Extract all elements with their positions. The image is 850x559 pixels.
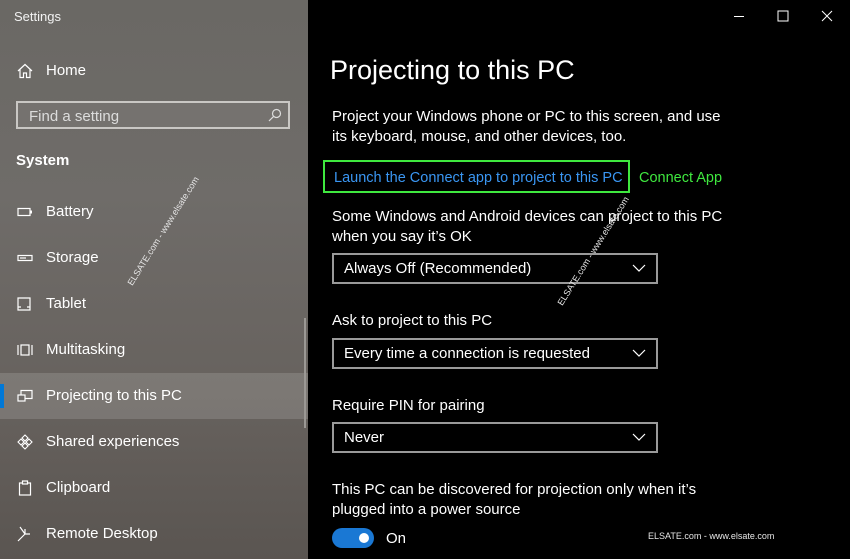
maximize-icon	[777, 10, 789, 22]
sidebar-item-remote-desktop[interactable]: Remote Desktop	[0, 511, 308, 557]
multitasking-icon	[17, 344, 33, 356]
watermark: ELSATE.com - www.elsate.com	[648, 531, 775, 541]
sidebar-home[interactable]: Home	[0, 54, 308, 88]
chevron-down-icon	[632, 433, 646, 441]
projecting-icon	[17, 389, 33, 402]
search-box[interactable]	[16, 101, 290, 129]
allow-projection-label: Some Windows and Android devices can pro…	[332, 208, 723, 245]
connect-app-annotation: Connect App	[639, 170, 723, 186]
ask-to-project-value: Every time a connection is requested	[344, 345, 590, 362]
allow-projection-value: Always Off (Recommended)	[344, 260, 532, 277]
main-panel: Projecting to this PC Project your Windo…	[308, 0, 850, 559]
clipboard-icon	[18, 480, 32, 496]
minimize-icon	[734, 16, 744, 17]
launch-connect-app-link[interactable]: Launch the Connect app to project to thi…	[334, 170, 623, 186]
sidebar-item-shared-experiences[interactable]: Shared experiences	[0, 419, 308, 465]
tablet-icon	[17, 297, 31, 311]
section-title: System	[16, 152, 70, 169]
search-icon[interactable]	[268, 108, 282, 122]
sidebar-item-label: Shared experiences	[46, 433, 180, 450]
discover-toggle-label: On	[386, 530, 407, 547]
search-input[interactable]	[27, 106, 261, 126]
discover-toggle[interactable]	[332, 528, 374, 548]
minimize-button[interactable]	[716, 0, 762, 32]
sidebar-item-label: Battery	[46, 203, 94, 220]
chevron-down-icon	[632, 349, 646, 357]
allow-projection-dropdown[interactable]: Always Off (Recommended)	[332, 253, 658, 284]
sidebar-item-battery[interactable]: Battery	[0, 189, 308, 235]
close-button[interactable]	[804, 0, 850, 32]
sidebar-item-label: Remote Desktop	[46, 525, 158, 542]
ask-to-project-label: Ask to project to this PC	[332, 312, 493, 329]
ask-to-project-dropdown[interactable]: Every time a connection is requested	[332, 338, 658, 369]
remote-desktop-icon	[17, 526, 30, 542]
window-title: Settings	[14, 9, 61, 24]
sidebar-item-clipboard[interactable]: Clipboard	[0, 465, 308, 511]
sidebar-item-label: Clipboard	[46, 479, 111, 496]
intro-text: Project your Windows phone or PC to this…	[332, 108, 721, 145]
sidebar-item-label: Projecting to this PC	[46, 387, 182, 404]
connect-app-highlight: Launch the Connect app to project to thi…	[323, 160, 630, 193]
storage-icon	[17, 254, 33, 262]
sidebar-item-label: Tablet	[46, 295, 87, 312]
close-icon	[821, 10, 833, 22]
sidebar-item-tablet[interactable]: Tablet	[0, 281, 308, 327]
battery-icon	[17, 207, 32, 217]
sidebar-scrollbar[interactable]	[304, 318, 306, 428]
shared-experiences-icon	[17, 434, 33, 450]
sidebar-home-label: Home	[46, 62, 87, 79]
page-title: Projecting to this PC	[330, 55, 575, 85]
require-pin-value: Never	[344, 429, 385, 446]
sidebar-item-label: Multitasking	[46, 341, 126, 358]
sidebar-item-label: Storage	[46, 249, 99, 266]
chevron-down-icon	[632, 264, 646, 272]
maximize-button[interactable]	[760, 0, 806, 32]
home-icon	[17, 63, 33, 79]
require-pin-dropdown[interactable]: Never	[332, 422, 658, 453]
sidebar: Settings Home System Battery Storage	[0, 0, 308, 559]
require-pin-label: Require PIN for pairing	[332, 397, 485, 414]
sidebar-item-multitasking[interactable]: Multitasking	[0, 327, 308, 373]
sidebar-item-projecting[interactable]: Projecting to this PC	[0, 373, 308, 419]
discover-label: This PC can be discovered for projection…	[332, 481, 697, 518]
